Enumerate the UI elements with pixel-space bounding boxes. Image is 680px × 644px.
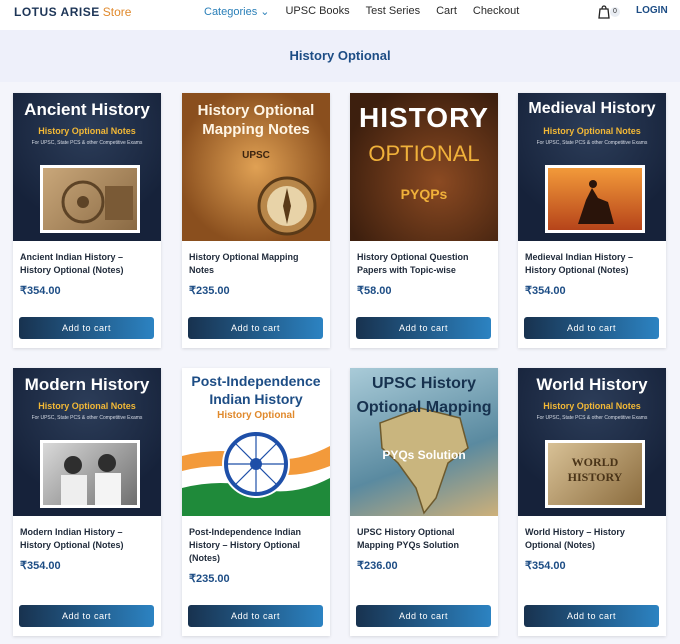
product-price: ₹236.00 xyxy=(357,560,398,572)
cart-count-badge: 0 xyxy=(610,7,620,17)
product-image[interactable]: Medieval History History Optional Notes … xyxy=(518,93,666,241)
add-to-cart-button[interactable]: Add to cart xyxy=(188,317,323,339)
cover-photo xyxy=(40,165,140,233)
nav-test-series[interactable]: Test Series xyxy=(366,5,420,18)
product-image[interactable]: World History History Optional Notes For… xyxy=(518,368,666,516)
product-price: ₹58.00 xyxy=(357,285,392,297)
product-price: ₹354.00 xyxy=(20,285,61,297)
compass-icon xyxy=(257,176,317,236)
product-card: HISTORY OPTIONAL PYQPs History Optional … xyxy=(350,93,498,348)
product-title[interactable]: World History – History Optional (Notes) xyxy=(525,526,661,552)
product-title[interactable]: History Optional Mapping Notes xyxy=(189,251,325,277)
add-to-cart-button[interactable]: Add to cart xyxy=(524,317,659,339)
main-nav: Categories ⌄ UPSC Books Test Series Cart… xyxy=(204,5,535,18)
product-card: Medieval History History Optional Notes … xyxy=(518,93,666,348)
product-image[interactable]: Ancient History History Optional Notes F… xyxy=(13,93,161,241)
product-title[interactable]: Ancient Indian History – History Optiona… xyxy=(20,251,156,277)
nav-checkout[interactable]: Checkout xyxy=(473,5,519,18)
product-price: ₹235.00 xyxy=(189,573,230,585)
cover-photo: WORLD HISTORY xyxy=(545,440,645,508)
product-title[interactable]: History Optional Question Papers with To… xyxy=(357,251,493,277)
flag-chakra-icon xyxy=(182,430,330,516)
nav-upsc-books[interactable]: UPSC Books xyxy=(285,5,349,18)
product-price: ₹354.00 xyxy=(20,560,61,572)
product-card: World History History Optional Notes For… xyxy=(518,368,666,636)
login-link[interactable]: LOGIN xyxy=(636,5,668,16)
product-price: ₹354.00 xyxy=(525,560,566,572)
product-title[interactable]: Modern Indian History – History Optional… xyxy=(20,526,156,552)
add-to-cart-button[interactable]: Add to cart xyxy=(19,317,154,339)
product-title[interactable]: Post-Independence Indian History – Histo… xyxy=(189,526,325,565)
product-image[interactable]: Post-Independence Indian History History… xyxy=(182,368,330,516)
product-title[interactable]: Medieval Indian History – History Option… xyxy=(525,251,661,277)
product-card: History Optional Mapping Notes UPSC Hist… xyxy=(182,93,330,348)
product-image[interactable]: History Optional Mapping Notes UPSC xyxy=(182,93,330,241)
product-card: UPSC History Optional Mapping PYQs Solut… xyxy=(350,368,498,636)
product-card: Modern History History Optional Notes Fo… xyxy=(13,368,161,636)
shopping-bag-icon[interactable] xyxy=(597,5,611,19)
product-image[interactable]: Modern History History Optional Notes Fo… xyxy=(13,368,161,516)
add-to-cart-button[interactable]: Add to cart xyxy=(19,605,154,627)
add-to-cart-button[interactable]: Add to cart xyxy=(356,317,491,339)
product-image[interactable]: HISTORY OPTIONAL PYQPs xyxy=(350,93,498,241)
product-price: ₹354.00 xyxy=(525,285,566,297)
product-card: Ancient History History Optional Notes F… xyxy=(13,93,161,348)
product-image[interactable]: UPSC History Optional Mapping PYQs Solut… xyxy=(350,368,498,516)
site-header: LOTUS ARISE Store Categories ⌄ UPSC Books… xyxy=(0,0,680,30)
nav-categories[interactable]: Categories ⌄ xyxy=(204,5,269,18)
site-logo[interactable]: LOTUS ARISE Store xyxy=(14,5,131,19)
add-to-cart-button[interactable]: Add to cart xyxy=(524,605,659,627)
add-to-cart-button[interactable]: Add to cart xyxy=(188,605,323,627)
cover-photo xyxy=(40,440,140,508)
cover-photo xyxy=(545,165,645,233)
product-card: Post-Independence Indian History History… xyxy=(182,368,330,636)
page-title: History Optional xyxy=(289,48,391,63)
product-title[interactable]: UPSC History Optional Mapping PYQs Solut… xyxy=(357,526,493,552)
product-price: ₹235.00 xyxy=(189,285,230,297)
add-to-cart-button[interactable]: Add to cart xyxy=(356,605,491,627)
nav-cart[interactable]: Cart xyxy=(436,5,457,18)
